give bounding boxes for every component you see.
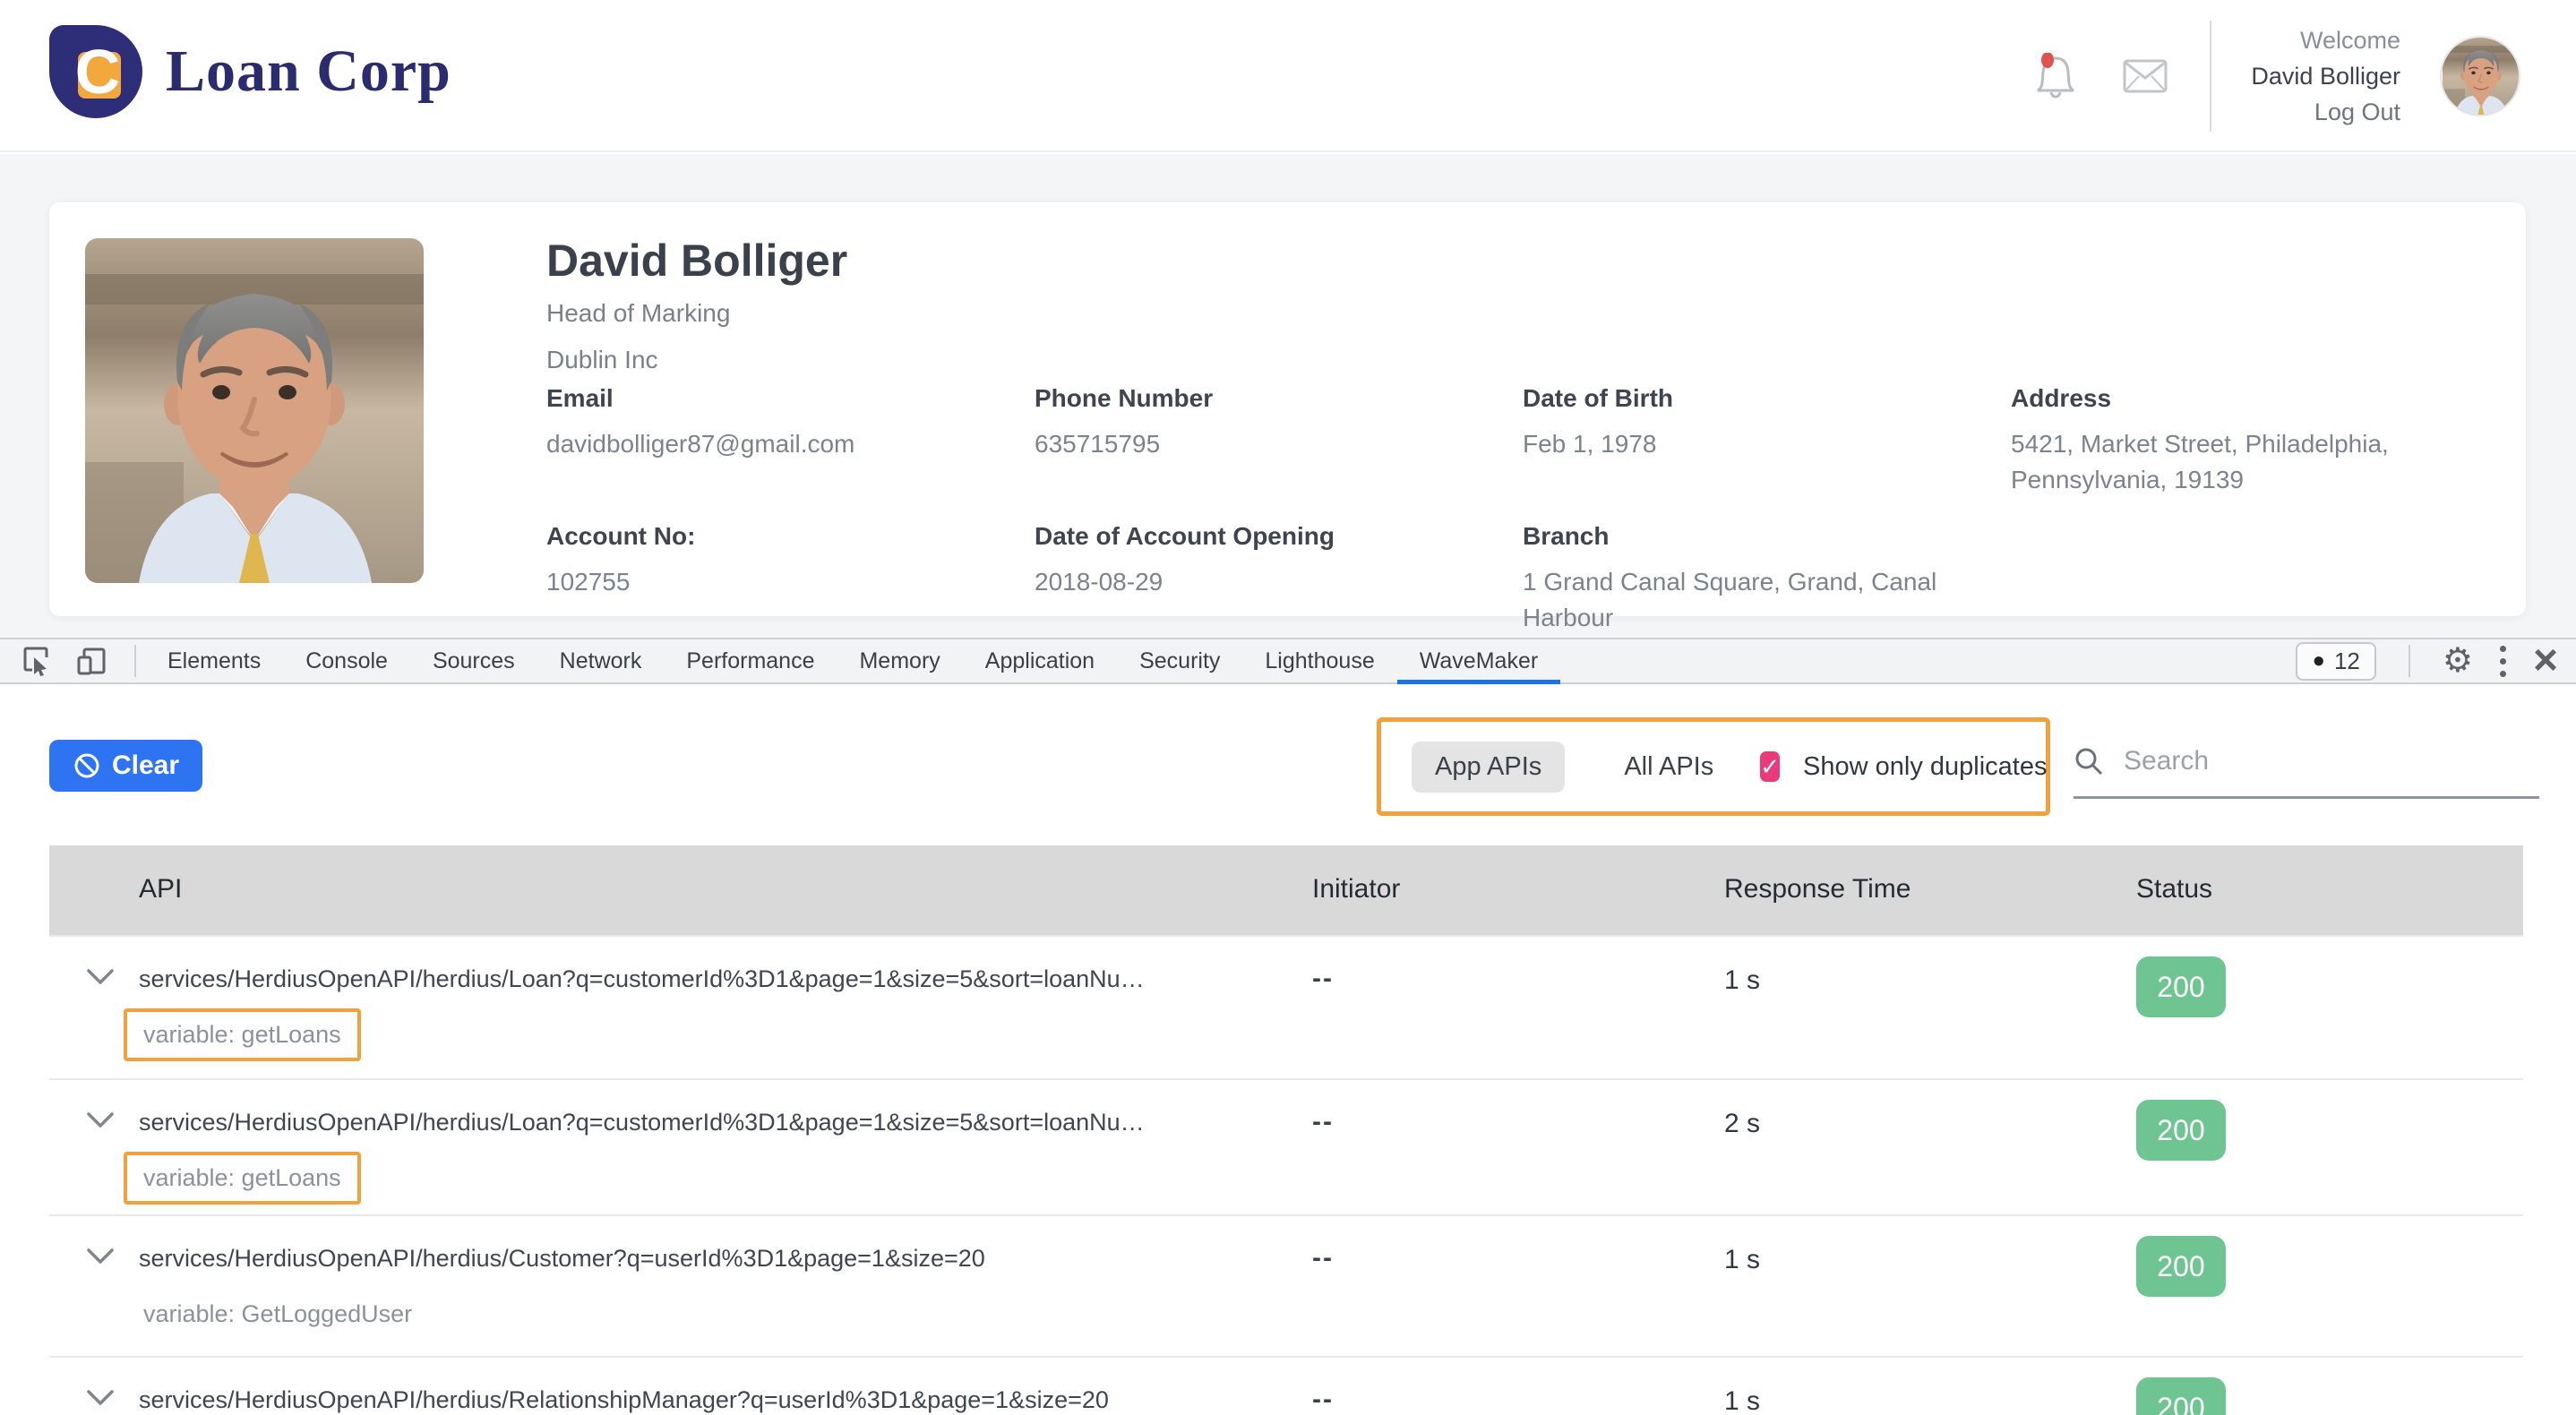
profile-fields: Email davidbolliger87@gmail.com Phone Nu… [546,383,2512,636]
field-email: Email davidbolliger87@gmail.com [546,383,1035,498]
show-duplicates-label: Show only duplicates [1803,752,2047,782]
search-box [2074,725,2539,799]
search-icon [2074,746,2104,776]
table-row[interactable]: services/HerdiusOpenAPI/herdius/Relation… [49,1356,2523,1415]
response-time-value: 1 s [1724,1245,1760,1275]
api-url: services/HerdiusOpenAPI/herdius/Loan?q=c… [139,1109,1145,1136]
chevron-down-icon[interactable] [85,1111,116,1130]
table-row[interactable]: services/HerdiusOpenAPI/herdius/Loan?q=c… [49,935,2523,1078]
tab-application[interactable]: Application [963,639,1117,682]
devtools-tabs: Elements Console Sources Network Perform… [145,639,1560,682]
tab-network[interactable]: Network [537,639,665,682]
tab-memory[interactable]: Memory [837,639,962,682]
column-initiator: Initiator [1312,874,1400,905]
search-input[interactable] [2124,746,2482,776]
brand[interactable]: C Loan Corp [49,25,451,118]
tab-security[interactable]: Security [1117,639,1242,682]
tab-wavemaker[interactable]: WaveMaker [1397,639,1560,682]
welcome-text: Welcome [2251,22,2400,58]
console-error-count[interactable]: ● 12 [2296,642,2375,681]
chevron-down-icon[interactable] [85,967,116,987]
api-url: services/HerdiusOpenAPI/herdius/Loan?q=c… [139,965,1145,993]
tab-performance[interactable]: Performance [664,639,837,682]
field-account-no: Account No: 102755 [546,521,1035,636]
field-phone: Phone Number 635715795 [1035,383,1523,498]
chevron-down-icon[interactable] [85,1247,116,1266]
status-badge: 200 [2136,1100,2226,1161]
variable-label-highlighted: variable: getLoans [124,1008,361,1061]
header-divider [2210,21,2211,132]
column-response-time: Response Time [1724,874,1911,905]
tab-console[interactable]: Console [283,639,410,682]
more-options-icon[interactable] [2496,642,2510,681]
status-badge: 200 [2136,1377,2226,1415]
brand-logo-letter: C [71,32,125,111]
field-address: Address 5421, Market Street, Philadelphi… [2011,383,2512,498]
api-table: API Initiator Response Time Status servi… [49,845,2523,1415]
chevron-down-icon[interactable] [85,1388,116,1408]
tab-sources[interactable]: Sources [410,639,537,682]
show-duplicates-checkbox[interactable]: ✓ [1760,751,1780,782]
close-devtools-icon[interactable]: × [2533,639,2558,682]
profile-name: David Bolliger [546,235,847,287]
field-branch: Branch 1 Grand Canal Square, Grand, Cana… [1523,521,2011,636]
error-dot-icon: ● [2312,648,2325,673]
header-user-name: David Bolliger [2251,58,2400,94]
initiator-value: -- [1312,1385,1334,1415]
table-row[interactable]: services/HerdiusOpenAPI/herdius/Loan?q=c… [49,1078,2523,1214]
checkmark-icon: ✓ [1760,753,1780,781]
initiator-value: -- [1312,1107,1334,1137]
field-dob: Date of Birth Feb 1, 1978 [1523,383,2011,498]
field-account-opening: Date of Account Opening 2018-08-29 [1035,521,1523,636]
brand-logo-icon: C [49,25,142,118]
app-root: C Loan Corp Welcome [0,0,2576,1415]
variable-label-highlighted: variable: getLoans [124,1152,361,1205]
messages-mail-icon[interactable] [2120,51,2170,101]
status-badge: 200 [2136,1236,2226,1297]
api-url: services/HerdiusOpenAPI/herdius/Relation… [139,1386,1109,1414]
column-status: Status [2136,874,2212,905]
segment-app-apis[interactable]: App APIs [1412,742,1565,793]
response-time-value: 2 s [1724,1109,1760,1139]
clear-button[interactable]: Clear [49,740,202,792]
devtools-toolbar: Elements Console Sources Network Perform… [0,638,2576,684]
api-url: services/HerdiusOpenAPI/herdius/Customer… [139,1245,985,1273]
notifications-bell-icon[interactable] [2031,51,2081,101]
error-count: 12 [2334,647,2360,675]
tab-lighthouse[interactable]: Lighthouse [1242,639,1396,682]
welcome-block: Welcome David Bolliger Log Out [2251,22,2400,130]
page-background: David Bolliger Head of Marking Dublin In… [0,154,2576,638]
logout-link[interactable]: Log Out [2251,94,2400,130]
table-row[interactable]: services/HerdiusOpenAPI/herdius/Customer… [49,1214,2523,1356]
inspect-element-icon[interactable] [14,639,57,682]
profile-card: David Bolliger Head of Marking Dublin In… [49,202,2526,616]
profile-company: Dublin Inc [546,346,658,374]
device-toolbar-icon[interactable] [70,639,113,682]
clear-slash-icon [73,751,101,780]
profile-title: Head of Marking [546,299,730,328]
table-header: API Initiator Response Time Status [49,845,2523,935]
tab-elements[interactable]: Elements [145,639,283,682]
variable-label: variable: GetLoggedUser [124,1288,432,1341]
header-right: Welcome David Bolliger Log Out [2031,0,2520,152]
initiator-value: -- [1312,1243,1334,1274]
column-api: API [139,874,182,905]
app-header: C Loan Corp Welcome [0,0,2576,152]
response-time-value: 1 s [1724,1386,1760,1415]
segment-all-apis[interactable]: All APIs [1611,752,1726,782]
wavemaker-panel: Clear App APIs All APIs ✓ Show only dupl… [0,686,2576,1415]
api-filter-group: App APIs All APIs ✓ Show only duplicates [1377,717,2050,816]
settings-gear-icon[interactable]: ⚙ [2443,644,2473,678]
brand-name: Loan Corp [166,38,451,106]
avatar[interactable] [2440,36,2520,116]
status-badge: 200 [2136,956,2226,1017]
profile-photo [85,238,424,583]
initiator-value: -- [1312,964,1334,994]
response-time-value: 1 s [1724,965,1760,996]
